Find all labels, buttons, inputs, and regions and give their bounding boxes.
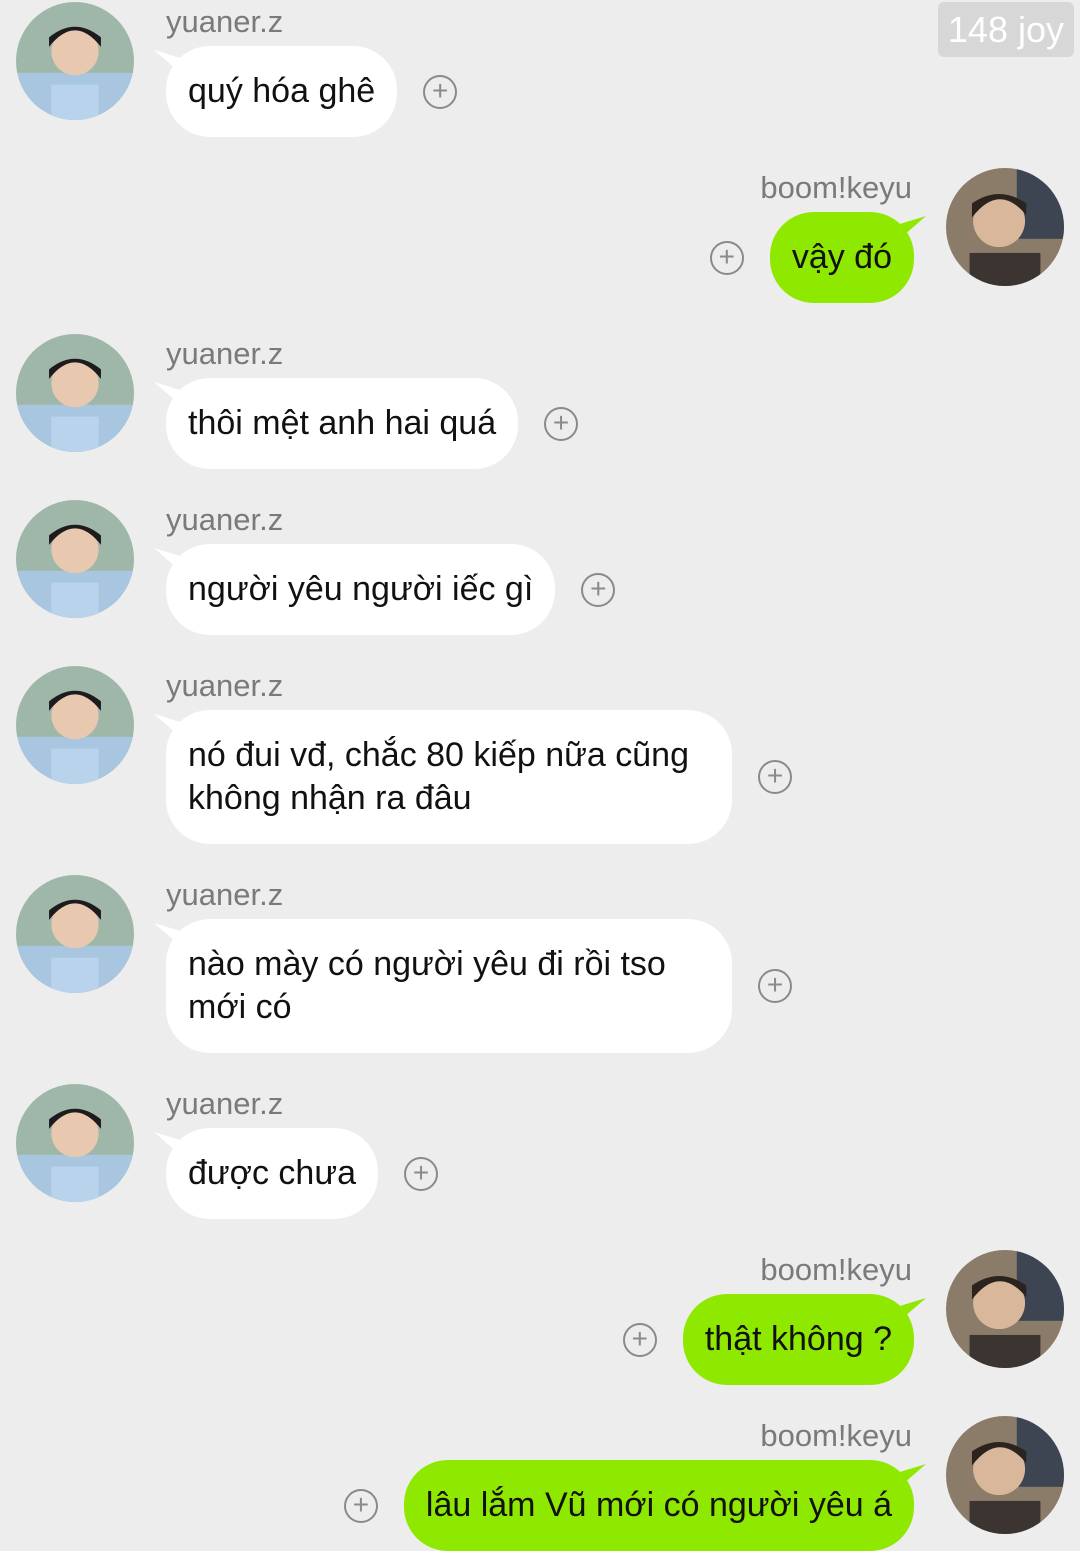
message-bubble[interactable]: nó đui vđ, chắc 80 kiếp nữa cũng không n…: [166, 710, 732, 844]
counter-badge: 148 joy: [937, 2, 1074, 58]
plus-circle-icon[interactable]: +: [544, 406, 579, 441]
sender-name: yuaner.z: [166, 877, 284, 912]
avatar[interactable]: [16, 334, 134, 452]
plus-circle-icon[interactable]: +: [423, 74, 458, 109]
message-bubble[interactable]: vậy đó: [769, 212, 914, 303]
sender-name: yuaner.z: [166, 1086, 284, 1121]
plus-circle-icon[interactable]: +: [581, 572, 616, 607]
sender-name: boom!keyu: [760, 1418, 912, 1453]
sender-name: yuaner.z: [166, 502, 284, 537]
avatar[interactable]: [16, 500, 134, 618]
message-bubble[interactable]: thôi mệt anh hai quá: [166, 378, 519, 469]
sender-name: boom!keyu: [760, 1252, 912, 1287]
message-bubble[interactable]: người yêu người iếc gì: [166, 544, 556, 635]
message-bubble[interactable]: thật không ?: [682, 1294, 914, 1385]
avatar[interactable]: [946, 1250, 1064, 1368]
avatar[interactable]: [16, 875, 134, 993]
avatar[interactable]: [16, 2, 134, 120]
message-bubble[interactable]: quý hóa ghê: [166, 46, 398, 137]
sender-name: yuaner.z: [166, 668, 284, 703]
plus-circle-icon[interactable]: +: [758, 969, 792, 1003]
sender-name: yuaner.z: [166, 336, 284, 371]
plus-circle-icon[interactable]: +: [758, 760, 792, 794]
plus-circle-icon[interactable]: +: [404, 1156, 438, 1191]
message-bubble[interactable]: nào mày có người yêu đi rồi tso mới có: [166, 919, 732, 1053]
sender-name: boom!keyu: [760, 170, 912, 205]
avatar[interactable]: [946, 168, 1064, 286]
plus-circle-icon[interactable]: +: [343, 1488, 378, 1523]
avatar[interactable]: [16, 666, 134, 784]
plus-circle-icon[interactable]: +: [622, 1322, 657, 1357]
avatar[interactable]: [16, 1084, 134, 1202]
message-bubble[interactable]: lâu lắm Vũ mới có người yêu á: [403, 1460, 914, 1551]
plus-circle-icon[interactable]: +: [709, 240, 744, 275]
avatar[interactable]: [946, 1416, 1064, 1534]
message-bubble[interactable]: được chưa: [166, 1128, 378, 1219]
sender-name: yuaner.z: [166, 4, 284, 39]
